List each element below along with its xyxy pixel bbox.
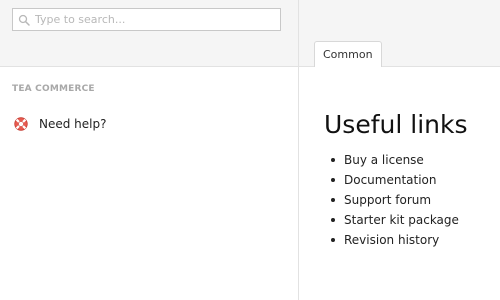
list-item: Starter kit package <box>331 210 459 230</box>
tab-common[interactable]: Common <box>314 41 382 67</box>
link-revision-history[interactable]: Revision history <box>344 233 439 247</box>
app-window: TEA COMMERCE Need help? Common Useful li… <box>0 0 500 300</box>
search-icon <box>18 14 30 26</box>
list-item: Documentation <box>331 170 459 190</box>
list-item: Support forum <box>331 190 459 210</box>
lifebuoy-icon <box>14 117 28 131</box>
sidebar-item-need-help[interactable]: Need help? <box>12 114 106 134</box>
sidebar-header <box>0 0 298 67</box>
sidebar: TEA COMMERCE Need help? <box>0 0 298 300</box>
sidebar-item-label: Need help? <box>39 117 107 131</box>
link-buy-license[interactable]: Buy a license <box>344 153 424 167</box>
content-header: Common <box>299 0 500 67</box>
link-support-forum[interactable]: Support forum <box>344 193 431 207</box>
search-box[interactable] <box>12 8 281 31</box>
useful-links-list: Buy a license Documentation Support foru… <box>331 150 459 250</box>
link-documentation[interactable]: Documentation <box>344 173 437 187</box>
page-title: Useful links <box>324 110 468 139</box>
sidebar-section-title: TEA COMMERCE <box>12 84 95 94</box>
link-starter-kit-package[interactable]: Starter kit package <box>344 213 459 227</box>
list-item: Buy a license <box>331 150 459 170</box>
list-item: Revision history <box>331 230 459 250</box>
search-input[interactable] <box>33 10 277 29</box>
